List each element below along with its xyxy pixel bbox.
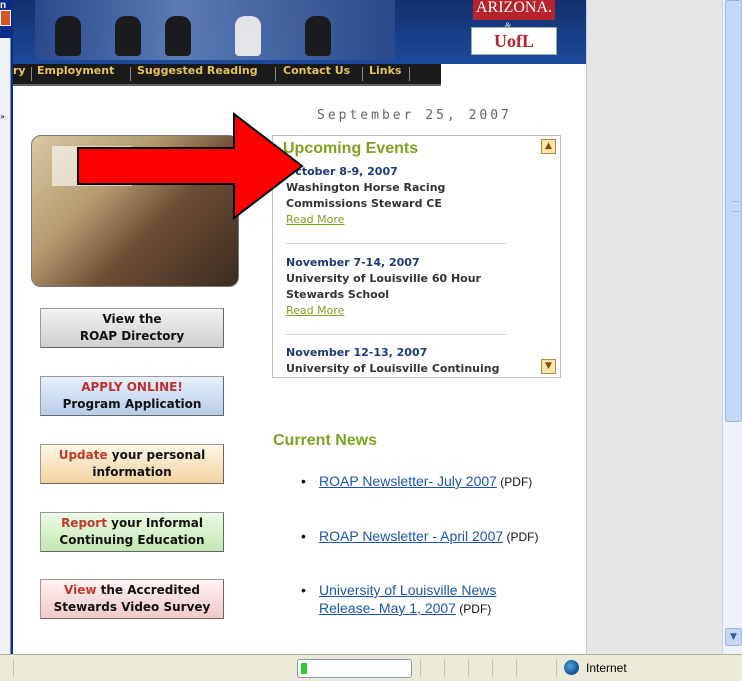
view-directory-button[interactable]: View the ROAP Directory bbox=[40, 308, 224, 348]
status-divider bbox=[420, 659, 421, 677]
status-divider bbox=[444, 659, 445, 677]
horse-shape bbox=[115, 16, 141, 56]
arizona-logo[interactable]: ARIZONA. bbox=[473, 0, 555, 20]
news-item: • ROAP Newsletter- July 2007 (PDF) bbox=[301, 472, 532, 491]
horse-shape bbox=[235, 16, 261, 56]
button-highlight: Report bbox=[61, 516, 107, 530]
event-line: Washington Horse Racing bbox=[286, 181, 446, 194]
report-ce-button[interactable]: Report your Informal Continuing Educatio… bbox=[40, 512, 224, 552]
update-info-button[interactable]: Update your personal information bbox=[40, 444, 224, 484]
event-line: University of Louisville 60 Hour bbox=[286, 272, 481, 285]
button-line: Continuing Education bbox=[59, 533, 205, 547]
security-zone-label: Internet bbox=[586, 661, 627, 675]
nav-separator bbox=[409, 67, 410, 81]
nav-item-directory-fragment[interactable]: ry bbox=[13, 64, 26, 84]
nav-item-contact-us[interactable]: Contact Us bbox=[283, 64, 350, 84]
scroll-down-icon[interactable]: ▼ bbox=[541, 359, 556, 374]
progress-fill bbox=[301, 663, 307, 674]
bullet: • bbox=[301, 528, 306, 544]
status-divider bbox=[468, 659, 469, 677]
window-close-button-fragment[interactable] bbox=[0, 10, 11, 26]
chevron-down-icon[interactable]: ▼ bbox=[725, 628, 742, 646]
vertical-scrollbar[interactable]: ▼ bbox=[722, 0, 742, 654]
pdf-label: (PDF) bbox=[455, 602, 492, 616]
top-navigation: ry Employment Suggested Reading Contact … bbox=[13, 64, 441, 86]
button-line: Stewards Video Survey bbox=[53, 600, 211, 614]
event-divider bbox=[285, 243, 507, 244]
panel-arrow-icon: » bbox=[0, 112, 5, 121]
horse-shape bbox=[305, 16, 331, 56]
scrollbar-thumb[interactable] bbox=[725, 0, 742, 422]
event-divider bbox=[285, 334, 507, 335]
current-date: September 25, 2007 bbox=[317, 108, 512, 123]
event-item: November 7-14, 2007 University of Louisv… bbox=[286, 255, 506, 319]
status-divider bbox=[13, 659, 14, 677]
banner-horse-racing-photo bbox=[35, 0, 395, 60]
button-line: Report your Informal bbox=[41, 515, 223, 532]
button-line: View the Accredited bbox=[41, 582, 223, 599]
red-arrow-annotation bbox=[77, 112, 304, 220]
button-text: your personal bbox=[107, 448, 206, 462]
event-date: November 7-14, 2007 bbox=[286, 256, 420, 269]
news-link[interactable]: ROAP Newsletter- July 2007 bbox=[319, 473, 497, 489]
button-line: Update your personal bbox=[41, 447, 223, 464]
event-date: November 12-13, 2007 bbox=[286, 346, 428, 359]
nav-separator bbox=[362, 67, 363, 81]
scrollbar-grip bbox=[732, 201, 739, 212]
read-more-link[interactable]: Read More bbox=[286, 212, 506, 228]
nav-item-suggested-reading[interactable]: Suggested Reading bbox=[137, 64, 258, 84]
status-bar: Internet bbox=[0, 654, 742, 681]
event-line: Commissions Steward CE bbox=[286, 197, 442, 210]
button-line: APPLY ONLINE! bbox=[81, 380, 183, 394]
progress-bar bbox=[297, 659, 412, 678]
status-divider bbox=[492, 659, 493, 677]
news-link[interactable]: ROAP Newsletter - April 2007 bbox=[319, 528, 503, 544]
upcoming-events-box: Upcoming Events ▲ October 8-9, 2007 Wash… bbox=[272, 135, 561, 378]
left-panel-fragment: » bbox=[0, 38, 11, 654]
window-title-fragment: n bbox=[0, 0, 7, 11]
button-line: View the bbox=[102, 312, 162, 326]
button-text: your Informal bbox=[106, 516, 203, 530]
news-item: • University of Louisville News Release-… bbox=[301, 581, 561, 618]
bullet: • bbox=[301, 582, 306, 598]
globe-icon bbox=[564, 660, 579, 675]
button-text: the Accredited bbox=[96, 583, 200, 597]
news-link-wrap: University of Louisville News Release- M… bbox=[319, 581, 561, 618]
button-line: information bbox=[92, 465, 172, 479]
page-background-right bbox=[586, 0, 723, 654]
button-highlight: Update bbox=[58, 448, 108, 462]
status-divider bbox=[516, 659, 517, 677]
web-page: ARIZONA. & UofL ry Employment Suggested … bbox=[13, 0, 586, 654]
nav-item-links[interactable]: Links bbox=[369, 64, 401, 84]
horse-shape bbox=[55, 16, 81, 56]
button-line: ROAP Directory bbox=[79, 329, 185, 343]
uofl-logo[interactable]: UofL bbox=[471, 27, 557, 55]
left-window-edge: n » bbox=[0, 0, 13, 654]
apply-online-button[interactable]: APPLY ONLINE! Program Application bbox=[40, 376, 224, 416]
event-line: University of Louisville Continuing bbox=[286, 362, 500, 375]
event-date: October 8-9, 2007 bbox=[286, 165, 398, 178]
button-highlight: View bbox=[64, 583, 97, 597]
read-more-link[interactable]: Read More bbox=[286, 303, 506, 319]
bullet: • bbox=[301, 473, 306, 489]
pdf-label: (PDF) bbox=[496, 475, 533, 489]
horse-shape bbox=[165, 16, 191, 56]
nav-item-employment[interactable]: Employment bbox=[37, 64, 114, 84]
nav-separator bbox=[130, 67, 131, 81]
pdf-label: (PDF) bbox=[503, 530, 539, 544]
scroll-up-icon[interactable]: ▲ bbox=[541, 139, 556, 154]
nav-separator bbox=[31, 67, 32, 81]
status-divider bbox=[556, 659, 557, 677]
news-item: • ROAP Newsletter - April 2007 (PDF) bbox=[301, 527, 538, 546]
current-news-title: Current News bbox=[273, 432, 378, 449]
event-item: October 8-9, 2007 Washington Horse Racin… bbox=[286, 164, 506, 228]
news-link[interactable]: University of Louisville News bbox=[319, 581, 561, 599]
news-link[interactable]: Release- May 1, 2007 bbox=[319, 600, 456, 616]
video-survey-button[interactable]: View the Accredited Stewards Video Surve… bbox=[40, 579, 224, 619]
button-line: Program Application bbox=[62, 397, 202, 411]
event-item: November 12-13, 2007 University of Louis… bbox=[286, 345, 506, 377]
event-line: Stewards School bbox=[286, 288, 390, 301]
nav-separator bbox=[275, 67, 276, 81]
